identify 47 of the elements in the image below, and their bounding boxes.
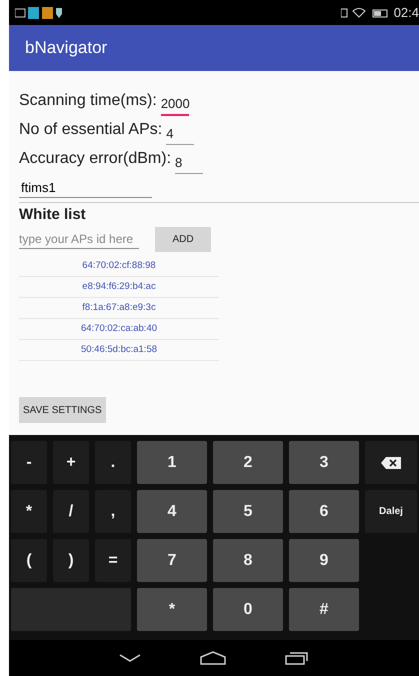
keyboard-key[interactable]: 4 (137, 490, 207, 533)
keyboard-key[interactable]: 9 (289, 539, 359, 582)
keyboard-key[interactable]: ) (53, 539, 89, 582)
save-settings-button[interactable]: SAVE SETTINGS (19, 397, 106, 423)
keyboard-key[interactable]: 1 (137, 441, 207, 484)
setting-label: No of essential APs: (19, 121, 162, 139)
mac-address-item[interactable]: 64:70:02:ca:ab:40 (19, 319, 219, 340)
keyboard-key[interactable]: - (11, 441, 47, 484)
backspace-icon (381, 456, 401, 468)
keyboard-key[interactable]: = (95, 539, 131, 582)
notification-icons (15, 6, 63, 18)
setting-label: Scanning time(ms): (19, 92, 157, 110)
home-icon[interactable] (200, 651, 226, 665)
status-time: 02:4 (394, 5, 419, 20)
keyboard-key[interactable]: , (95, 490, 131, 533)
setting-label: Accuracy error(dBm): (19, 150, 172, 168)
input-field[interactable]: 4 (166, 126, 194, 145)
keyboard-key[interactable]: 3 (289, 441, 359, 484)
add-button[interactable]: ADD (155, 227, 211, 252)
keyboard-key[interactable]: ( (11, 539, 47, 582)
keyboard-key[interactable]: 5 (213, 490, 283, 533)
input-field[interactable]: 8 (175, 155, 204, 174)
input-field[interactable]: 2000 (160, 96, 189, 116)
recent-apps-icon[interactable] (285, 651, 310, 665)
backspace-key[interactable] (365, 441, 417, 484)
keyboard-key[interactable]: + (53, 441, 89, 484)
keyboard-key[interactable]: 8 (213, 539, 283, 582)
network-input-field[interactable]: ftims1 (19, 180, 152, 198)
mac-address-item[interactable]: 64:70:02:cf:88:98 (19, 256, 219, 277)
ap-id-input-field[interactable]: type your APs id here (19, 230, 139, 249)
keyboard-key[interactable]: # (289, 588, 359, 631)
next-key[interactable]: Dalej (365, 490, 417, 533)
mac-address-item[interactable]: 50:46:5d:bc:a1:58 (19, 340, 219, 361)
keyboard-key[interactable]: 2 (213, 441, 283, 484)
back-chevron-icon[interactable] (118, 654, 141, 662)
section-title: White list (19, 206, 87, 223)
keyboard-key[interactable]: 7 (137, 539, 207, 582)
keyboard-key[interactable]: . (95, 441, 131, 484)
mac-address-item[interactable]: f8:1a:67:a8:e9:3c (19, 298, 219, 319)
system-status-icons (340, 8, 389, 18)
keyboard-key[interactable]: * (11, 490, 47, 533)
keyboard-key[interactable]: * (137, 588, 207, 631)
mac-address-item[interactable]: e8:94:f6:29:b4:ac (19, 277, 219, 298)
app-title: bNavigator (25, 38, 108, 58)
keyboard-key[interactable]: 6 (289, 490, 359, 533)
keyboard-key[interactable]: / (53, 490, 89, 533)
keyboard-key[interactable]: 0 (213, 588, 283, 631)
